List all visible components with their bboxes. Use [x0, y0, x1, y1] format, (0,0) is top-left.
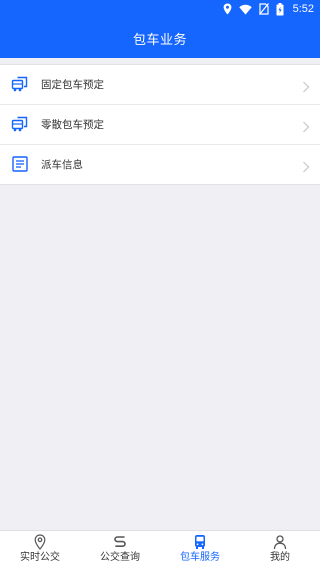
tab-realtime-bus[interactable]: 实时公交 — [0, 531, 80, 568]
user-icon — [272, 534, 288, 550]
chevron-right-icon — [302, 118, 310, 133]
battery-icon — [276, 2, 284, 16]
status-bar: 5:52 — [0, 0, 320, 18]
bus-icon — [192, 534, 208, 550]
bus-icon — [11, 75, 29, 93]
tab-label: 包车服务 — [180, 552, 220, 563]
menu-item-label: 零散包车预定 — [41, 118, 104, 131]
bus-icon — [11, 115, 29, 133]
menu-list: 固定包车预定 零散包车预定 派车信息 — [0, 64, 320, 185]
tab-charter-service[interactable]: 包车服务 — [160, 531, 240, 568]
chevron-right-icon — [302, 78, 310, 93]
tab-bus-query[interactable]: 公交查询 — [80, 531, 160, 568]
tab-label: 实时公交 — [20, 552, 60, 563]
app-screen: 5:52 包车业务 固定包车预定 零散包车预定 派车信息 实时公交 公交查询 包… — [0, 0, 320, 568]
menu-item-dispatch-info[interactable]: 派车信息 — [0, 144, 320, 184]
menu-item-fixed-charter[interactable]: 固定包车预定 — [0, 65, 320, 104]
wifi-icon — [238, 4, 252, 15]
chevron-right-icon — [302, 158, 310, 173]
document-icon — [11, 155, 29, 173]
route-icon — [112, 534, 128, 550]
status-icons: 5:52 — [223, 2, 314, 16]
page-title: 包车业务 — [132, 32, 187, 48]
menu-item-scattered-charter[interactable]: 零散包车预定 — [0, 104, 320, 144]
menu-item-label: 固定包车预定 — [41, 78, 104, 91]
tab-label: 我的 — [270, 552, 290, 563]
location-pin-icon — [32, 534, 48, 550]
app-header: 包车业务 — [0, 18, 320, 58]
menu-item-label: 派车信息 — [41, 158, 83, 171]
tab-label: 公交查询 — [100, 552, 140, 563]
bottom-tab-bar: 实时公交 公交查询 包车服务 我的 — [0, 530, 320, 568]
no-sim-icon — [258, 3, 269, 15]
status-time: 5:52 — [292, 3, 314, 15]
location-icon — [223, 3, 232, 15]
tab-profile[interactable]: 我的 — [240, 531, 320, 568]
